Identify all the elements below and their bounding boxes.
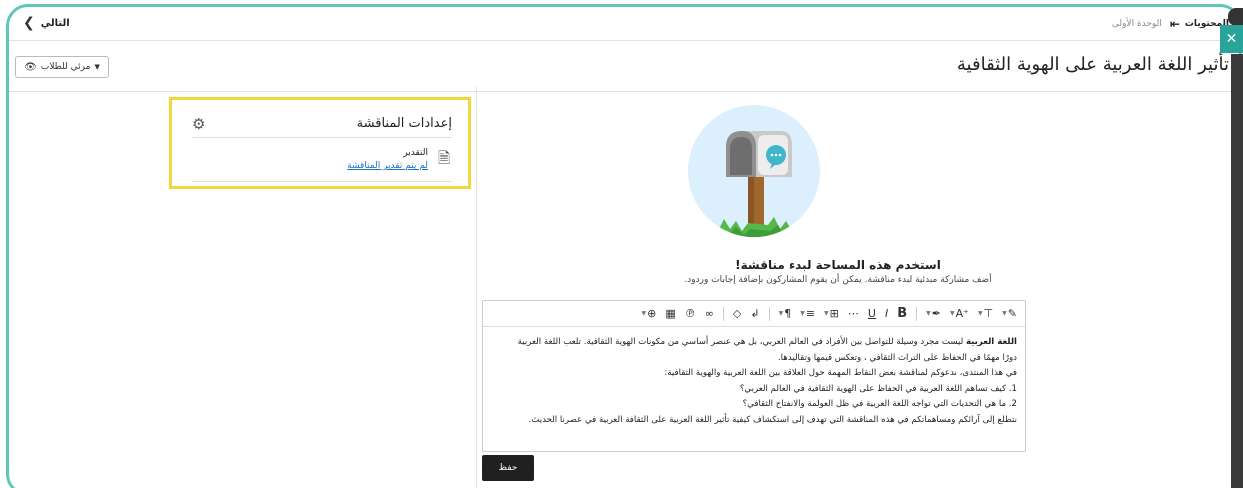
line1-rest: ليست مجرد وسيلة للتواصل بين الأفراد في ا…	[517, 337, 966, 347]
highlight-button[interactable]: ▼ ✒	[926, 307, 941, 320]
italic-icon: I	[884, 307, 889, 320]
text-color-icon: ✎	[1007, 307, 1017, 320]
settings-inner: ⚙ إعدادات المناقشة 🗎 التقدير لم يتم تقدي…	[192, 110, 452, 182]
eraser-icon: ◇	[732, 307, 742, 320]
chevron-left-icon: ❮	[23, 15, 35, 31]
font-size-button[interactable]: ▼ A⁺	[950, 307, 969, 320]
post-editor[interactable]: ▼ ⊕ ▦ ℗ ∞ ◇ ↲ ▼ ¶ ▼ ≡ ▼ ⊞ ⋯ U I B ▼ ✒ ▼ A⁺ ▼ ⊤ …	[482, 300, 1026, 452]
clear-format-button[interactable]: ◇	[733, 307, 741, 320]
paragraph-icon: ¶	[784, 307, 792, 320]
redo-icon: ↲	[750, 307, 760, 320]
close-icon: ✕	[1225, 31, 1238, 47]
page-title: تأثير اللغة العربية على الهوية الثقافية	[956, 54, 1229, 75]
discussion-settings-panel: ⚙ إعدادات المناقشة 🗎 التقدير لم يتم تقدي…	[169, 97, 471, 189]
text-style-button[interactable]: ▼ ⊤	[978, 307, 993, 320]
toolbar-separator	[768, 306, 770, 321]
next-button-label: التالي	[40, 17, 70, 29]
more-button[interactable]: ⋯	[848, 307, 859, 320]
bold-button[interactable]: B	[897, 306, 907, 321]
underline-button[interactable]: U	[868, 307, 876, 320]
mailbox-svg	[708, 131, 804, 237]
text-style-icon: ⊤	[983, 307, 994, 320]
visibility-dropdown[interactable]: 👁 مرئي للطلاب ▼	[15, 56, 109, 78]
title-row: تأثير اللغة العربية على الهوية الثقافية …	[9, 42, 1239, 92]
bold-icon: B	[897, 306, 908, 321]
align-button[interactable]: ▼ ≡	[800, 307, 815, 320]
unit-label[interactable]: الوحدة الأولى	[1112, 19, 1162, 29]
insert-button[interactable]: ▼ ⊕	[641, 307, 656, 320]
collapse-arrow-icon: ⇤	[1169, 17, 1180, 31]
toolbar-separator	[916, 306, 918, 321]
app-root: ❮ التالي المحتويات ⇤ الوحدة الأولى تأثير…	[0, 0, 1243, 488]
link-button[interactable]: ∞	[705, 307, 714, 320]
empty-state-subtitle: أضف مشاركة مبدئية لبدء مناقشة. يمكن أن ي…	[684, 275, 992, 285]
caret-down-icon: ▼	[94, 63, 100, 71]
eye-icon: 👁	[24, 61, 37, 73]
toolbar-separator	[722, 306, 724, 321]
link-icon: ∞	[704, 307, 714, 320]
avatar[interactable]	[1228, 8, 1243, 26]
editor-toolbar: ▼ ⊕ ▦ ℗ ∞ ◇ ↲ ▼ ¶ ▼ ≡ ▼ ⊞ ⋯ U I B ▼ ✒ ▼ A⁺ ▼ ⊤ …	[483, 301, 1025, 327]
font-size-icon: A⁺	[955, 307, 969, 320]
text-color-button[interactable]: ▼ ✎	[1002, 307, 1017, 320]
table-icon: ⊞	[829, 307, 839, 320]
more-icon: ⋯	[847, 307, 859, 320]
paperclip-icon: ℗	[684, 307, 696, 320]
underline-icon: U	[867, 307, 876, 320]
grade-label: التقدير	[403, 148, 428, 158]
paragraph-button[interactable]: ▼ ¶	[779, 307, 792, 320]
redo-button[interactable]: ↲	[750, 307, 759, 320]
italic-button[interactable]: I	[885, 307, 888, 320]
editor-content[interactable]: اللغة العربية ليست مجرد وسيلة للتواصل بي…	[491, 335, 1017, 428]
side-strip	[1231, 54, 1243, 488]
settings-title: إعدادات المناقشة	[356, 116, 452, 131]
settings-header: ⚙ إعدادات المناقشة	[192, 110, 452, 138]
align-icon: ≡	[805, 307, 816, 320]
image-button[interactable]: ▦	[665, 307, 675, 320]
grade-icon: 🗎	[437, 149, 450, 167]
gear-icon[interactable]: ⚙	[192, 115, 205, 133]
close-button[interactable]: ✕	[1220, 25, 1243, 53]
top-bar: ❮ التالي المحتويات ⇤ الوحدة الأولى	[9, 7, 1239, 41]
content-line-1: اللغة العربية ليست مجرد وسيلة للتواصل بي…	[491, 335, 1017, 351]
save-button[interactable]: حفظ	[482, 455, 534, 481]
content-line-3: في هذا المنتدى، ندعوكم لمناقشة بعض النقا…	[664, 368, 1017, 378]
empty-state-title: استخدم هذه المساحة لبدء مناقشة!	[735, 258, 941, 272]
content-line-6: نتطلع إلى آرائكم ومساهماتكم في هذه المنا…	[528, 414, 1017, 425]
grade-row: 🗎 التقدير لم يتم تقدير المناقشة	[192, 138, 452, 182]
table-button[interactable]: ▼ ⊞	[824, 307, 839, 320]
content-line-4: 1. كيف تساهم اللغة العربية في الحفاظ على…	[739, 383, 1017, 394]
plus-circle-icon: ⊕	[647, 307, 657, 320]
visibility-label: مرئي للطلاب	[40, 62, 91, 72]
highlighter-icon: ✒	[931, 307, 941, 320]
grade-link[interactable]: لم يتم تقدير المناقشة	[347, 161, 428, 171]
bold-lead: اللغة العربية	[965, 337, 1017, 347]
attach-button[interactable]: ℗	[685, 307, 696, 320]
next-button[interactable]: ❮ التالي	[23, 15, 70, 31]
content-line-5: 2. ما هي التحديات التي تواجه اللغة العرب…	[742, 399, 1017, 409]
mailbox-illustration	[688, 105, 820, 237]
breadcrumb: المحتويات ⇤ الوحدة الأولى	[1112, 17, 1229, 31]
image-icon: ▦	[665, 307, 676, 320]
content-line-2: دورًا مهمًا في الحفاظ على التراث الثقافي…	[777, 352, 1017, 363]
column-divider	[476, 86, 477, 488]
